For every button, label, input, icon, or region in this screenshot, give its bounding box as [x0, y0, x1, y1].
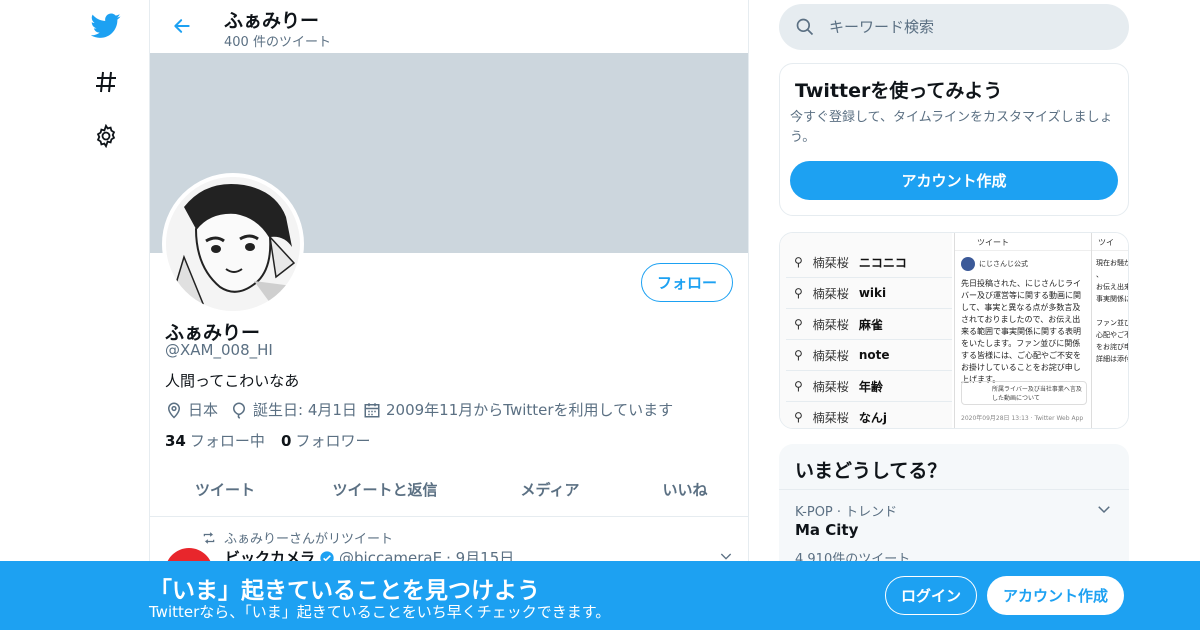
hashtag-icon[interactable]: [86, 62, 126, 102]
tweet-screenshot-footer: 2020年09月28日 13:13 · Twitter Web App: [961, 415, 1084, 422]
suggestion-item: ⚲ 楠栞桜 年齢: [786, 371, 952, 402]
profile-bio: 人間ってこわいなあ: [165, 372, 300, 390]
retweet-indicator: ふぁみりーさんがリツイート: [202, 528, 393, 547]
chevron-down-icon[interactable]: [1095, 500, 1113, 522]
tweet-screenshot-partial: ツイ 現在お騒が 、 お伝え出来 事実関係に ファン並び 心配やご不 をお詫び申…: [1091, 233, 1129, 428]
location-pin-icon: [167, 402, 181, 419]
profile-header: ふぁみりー 400 件のツイート: [150, 0, 748, 53]
suggestion-item: ⚲ 楠栞桜 なんj: [786, 402, 952, 428]
profile-column: ふぁみりー 400 件のツイート フォロー ふぁみりー @XAM_008_HI …: [149, 0, 749, 630]
calendar-icon: [364, 402, 380, 417]
followers-count: 0: [281, 432, 292, 450]
followers-label: フォロワー: [295, 432, 371, 450]
tweet-partial-header: ツイ: [1092, 233, 1128, 251]
search-icon: ⚲: [794, 317, 803, 331]
trends-divider: [779, 489, 1129, 490]
search-icon: [795, 17, 815, 41]
profile-tabs: ツイート ツイートと返信 メディア いいね: [150, 463, 748, 517]
followers-stat[interactable]: 0 フォロワー: [281, 430, 370, 451]
following-label: フォロー中: [189, 432, 265, 450]
balloon-icon: [232, 401, 246, 419]
bottom-bar-subtitle: Twitterなら、「いま」起きていることをいち早くチェックできます。: [149, 603, 611, 621]
create-account-button[interactable]: アカウント作成: [790, 161, 1118, 200]
suggestion-item: ⚲ 楠栞桜 麻雀: [786, 309, 952, 340]
tweet-screenshot-text: 先日投稿された、にじさんじライバー及び運営等に関する動画に関して、事実と異なる点…: [961, 279, 1081, 384]
location-text: 日本: [188, 401, 219, 419]
trend-category: K-POP · トレンド: [795, 505, 898, 520]
account-avatar: [961, 257, 975, 271]
joined-text: 2009年11月からTwitterを利用しています: [386, 401, 674, 419]
search-icon: ⚲: [794, 379, 803, 393]
gear-icon[interactable]: [86, 116, 126, 156]
search-icon: ⚲: [794, 286, 803, 300]
tab-tweets[interactable]: ツイート: [150, 463, 300, 516]
back-arrow-icon[interactable]: [166, 10, 198, 42]
tweet-screenshot-account: にじさんじ公式: [961, 257, 1028, 271]
tweet-count: 400 件のツイート: [224, 35, 331, 50]
login-button[interactable]: ログイン: [885, 576, 977, 615]
signup-card-description: 今すぐ登録して、タイムラインをカスタマイズしましょう。: [790, 110, 1113, 145]
search-bar: [779, 4, 1129, 50]
profile-birthday: 誕生日: 4月1日: [230, 399, 357, 420]
profile-handle: @XAM_008_HI: [165, 341, 273, 359]
signup-button[interactable]: アカウント作成: [987, 576, 1124, 615]
bottom-bar-title: 「いま」起きていることを見つけよう: [149, 578, 540, 604]
follow-button[interactable]: フォロー: [641, 263, 733, 302]
header-title: ふぁみりー: [224, 10, 320, 32]
following-count: 34: [165, 432, 186, 450]
trends-title: いまどうしてる？: [795, 460, 947, 482]
signup-card-title: Twitterを使ってみよう: [795, 80, 1003, 102]
trend-name[interactable]: Ma City: [795, 521, 858, 539]
search-suggestions-screenshot: ⚲ 楠栞桜 ニコニコ ⚲ 楠栞桜 wiki ⚲ 楠栞桜 麻雀 ⚲ 楠栞桜 note ⚲ 楠栞桜 年齢…: [780, 233, 952, 428]
birthday-text: 誕生日: 4月1日: [253, 401, 357, 419]
profile-location: 日本: [165, 399, 218, 420]
tab-media[interactable]: メディア: [475, 463, 625, 516]
signup-bottom-bar: 「いま」起きていることを見つけよう Twitterなら、「いま」起きていることを…: [0, 561, 1200, 630]
tab-tweets-replies[interactable]: ツイートと返信: [310, 463, 460, 516]
tweet-partial-text: 現在お騒が 、 お伝え出来 事実関係に ファン並び 心配やご不 をお詫び申 詳細…: [1096, 259, 1129, 363]
profile-avatar[interactable]: [162, 173, 304, 315]
tweet-screenshot: ツイート にじさんじ公式 先日投稿された、にじさんじライバー及び運営等に関する動…: [954, 233, 1091, 428]
media-preview-card[interactable]: ⚲ 楠栞桜 ニコニコ ⚲ 楠栞桜 wiki ⚲ 楠栞桜 麻雀 ⚲ 楠栞桜 note ⚲ 楠栞桜 年齢…: [779, 232, 1129, 429]
search-icon: ⚲: [794, 255, 803, 269]
twitter-bird-icon[interactable]: [86, 6, 126, 46]
search-icon: ⚲: [794, 348, 803, 362]
tweet-screenshot-header: ツイート: [955, 233, 1091, 251]
profile-joined: 2009年11月からTwitterを利用しています: [363, 399, 673, 420]
tab-likes[interactable]: いいね: [610, 463, 748, 516]
suggestion-item: ⚲ 楠栞桜 wiki: [786, 278, 952, 309]
retweet-icon: [203, 531, 215, 544]
retweet-label: ふぁみりーさんがリツイート: [224, 532, 394, 547]
left-nav: [0, 0, 150, 630]
suggestion-item: ⚲ 楠栞桜 ニコニコ: [786, 247, 952, 278]
signup-card: Twitterを使ってみよう 今すぐ登録して、タイムラインをカスタマイズしましょ…: [779, 63, 1129, 216]
tweet-screenshot-link: 所属ライバー及び当社事業へ言及した動画について: [961, 381, 1087, 405]
following-stat[interactable]: 34 フォロー中: [165, 430, 265, 451]
search-input[interactable]: [829, 4, 1119, 50]
search-icon: ⚲: [794, 410, 803, 424]
suggestion-item: ⚲ 楠栞桜 note: [786, 340, 952, 371]
twitter-profile-page: ふぁみりー 400 件のツイート フォロー ふぁみりー @XAM_008_HI …: [0, 0, 1200, 630]
